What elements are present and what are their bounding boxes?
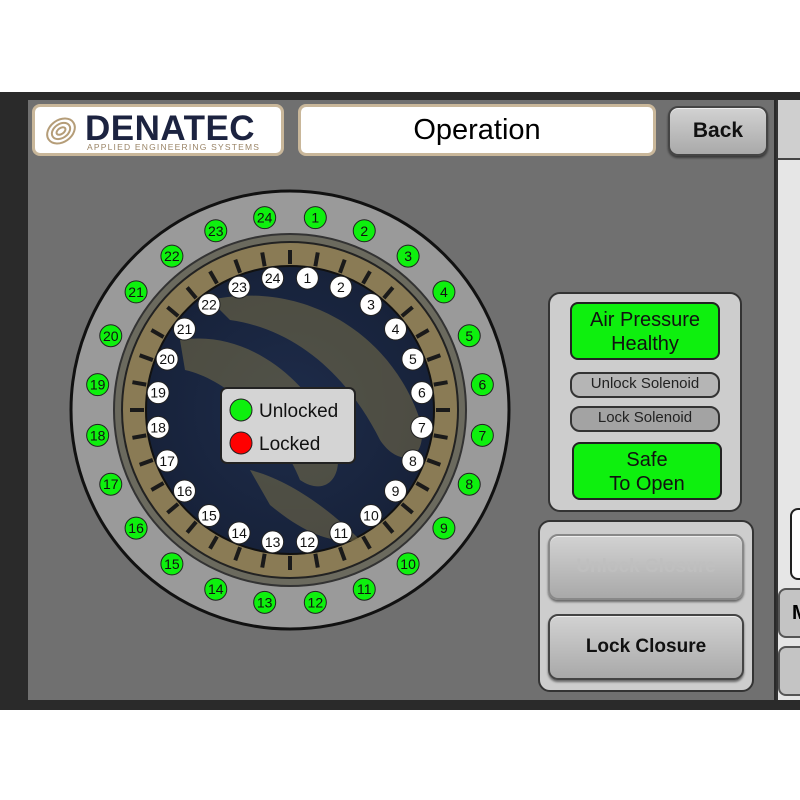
- inner-pin-label: 7: [418, 419, 426, 435]
- outer-sensor-label: 7: [478, 427, 486, 443]
- outer-sensor-label: 13: [257, 594, 273, 610]
- outer-sensor-label: 5: [465, 328, 473, 344]
- inner-pin-label: 5: [409, 351, 417, 367]
- outer-sensor-label: 8: [465, 476, 473, 492]
- inner-pin-label: 6: [418, 385, 426, 401]
- outer-sensor-label: 1: [311, 210, 319, 226]
- inner-pin-label: 3: [367, 296, 375, 312]
- legend-unlocked-label: Unlocked: [259, 401, 338, 422]
- outer-sensor-label: 10: [400, 556, 416, 572]
- outer-sensor-label: 20: [103, 328, 119, 344]
- ring-tooth: [313, 553, 320, 568]
- inner-pin-label: 15: [201, 508, 217, 524]
- ring-tooth: [132, 380, 147, 387]
- outer-sensor-label: 19: [90, 377, 106, 393]
- outer-sensor-label: 11: [357, 581, 372, 597]
- outer-sensor-label: 18: [90, 427, 106, 443]
- ring-tooth: [132, 433, 147, 440]
- inner-pin-label: 4: [392, 321, 400, 337]
- outer-sensor-label: 9: [440, 520, 448, 536]
- outer-sensor-label: 24: [257, 210, 273, 226]
- ring-tooth: [260, 252, 267, 267]
- outer-sensor-label: 6: [478, 377, 486, 393]
- unlocked-indicator-icon: [229, 398, 253, 422]
- inner-pin-label: 8: [409, 453, 417, 469]
- inner-pin-label: 20: [159, 351, 175, 367]
- outer-sensor-label: 21: [128, 284, 144, 300]
- inner-pin-label: 9: [392, 483, 400, 499]
- air-pressure-indicator: Air Pressure Healthy: [570, 302, 720, 360]
- status-legend: Unlocked Locked: [220, 387, 356, 464]
- inner-pin-label: 18: [150, 419, 166, 435]
- inner-pin-label: 12: [300, 534, 316, 550]
- air-pressure-line2: Healthy: [611, 333, 679, 355]
- unlock-solenoid-indicator: Unlock Solenoid: [570, 372, 720, 398]
- inner-pin-label: 17: [159, 453, 175, 469]
- outer-sensor-label: 15: [164, 556, 180, 572]
- safe-line1: Safe: [626, 449, 668, 471]
- inner-pin-label: 22: [201, 296, 217, 312]
- safe-line2: To Open: [609, 473, 685, 495]
- outer-sensor-label: 22: [164, 248, 180, 264]
- locked-indicator-icon: [229, 431, 253, 455]
- inner-pin-label: 11: [334, 525, 349, 541]
- inner-pin-label: 19: [150, 385, 166, 401]
- safe-to-open-indicator: Safe To Open: [572, 442, 722, 500]
- outer-sensor-label: 14: [208, 581, 224, 597]
- lock-closure-button[interactable]: Lock Closure: [548, 614, 744, 680]
- ring-tooth: [433, 380, 448, 387]
- ring-tooth: [260, 553, 267, 568]
- ring-tooth: [433, 433, 448, 440]
- unlock-closure-button[interactable]: Unlock Closure: [548, 534, 744, 600]
- legend-locked-label: Locked: [259, 434, 320, 455]
- inner-pin-label: 24: [265, 270, 281, 286]
- outer-sensor-label: 17: [103, 476, 119, 492]
- inner-pin-label: 13: [265, 534, 281, 550]
- outer-sensor-label: 2: [360, 223, 368, 239]
- inner-pin-label: 16: [177, 483, 193, 499]
- ring-tooth: [313, 252, 320, 267]
- inner-pin-label: 1: [303, 270, 311, 286]
- outer-sensor-label: 12: [308, 594, 324, 610]
- outer-sensor-label: 23: [208, 223, 224, 239]
- outer-sensor-label: 3: [404, 248, 412, 264]
- outer-sensor-label: 4: [440, 284, 448, 300]
- inner-pin-label: 14: [231, 525, 247, 541]
- inner-pin-label: 2: [337, 279, 345, 295]
- inner-pin-label: 23: [231, 279, 247, 295]
- inner-pin-label: 21: [177, 321, 193, 337]
- outer-sensor-label: 16: [128, 520, 144, 536]
- air-pressure-line1: Air Pressure: [589, 309, 701, 331]
- lock-solenoid-indicator: Lock Solenoid: [570, 406, 720, 432]
- inner-pin-label: 10: [363, 508, 379, 524]
